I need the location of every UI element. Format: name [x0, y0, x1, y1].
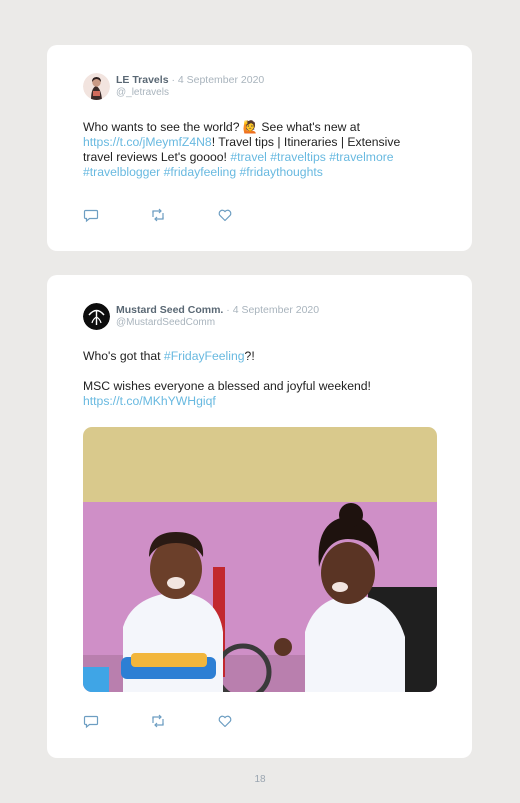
- tweet-text-line: Who wants to see the world? 🙋 See what's…: [83, 120, 443, 135]
- tweet-text-line: [83, 364, 443, 379]
- tweet-text-line: travel reviews Let's goooo! #travel #tra…: [83, 150, 443, 165]
- tweet-text-segment: ?!: [244, 349, 255, 363]
- tweet-text: Who's got that #FridayFeeling?! MSC wish…: [83, 349, 443, 409]
- tweet-text-line: https://t.co/jMeymfZ4N8! Travel tips | I…: [83, 135, 443, 150]
- author-handle[interactable]: @_letravels: [116, 87, 169, 98]
- avatar[interactable]: [83, 73, 110, 100]
- heart-icon[interactable]: [217, 713, 233, 729]
- tweet-text-segment: ! Travel tips | Itineraries | Extensive: [211, 135, 401, 149]
- tweet-text-line: #travelblogger #fridayfeeling #fridaytho…: [83, 165, 443, 180]
- tweet-date[interactable]: · 4 September 2020: [223, 304, 319, 316]
- tweet-date[interactable]: · 4 September 2020: [169, 74, 264, 86]
- tweet-link[interactable]: https://t.co/MKhYWHgiqf: [83, 394, 216, 408]
- tweet-text-segment: Who wants to see the world? 🙋 See what's…: [83, 120, 360, 134]
- author-line: Mustard Seed Comm. · 4 September 2020: [116, 304, 319, 316]
- tweet-text-line: MSC wishes everyone a blessed and joyful…: [83, 379, 443, 394]
- reply-icon[interactable]: [83, 713, 99, 729]
- hashtag-link[interactable]: #FridayFeeling: [164, 349, 245, 363]
- author-handle[interactable]: @MustardSeedComm: [116, 317, 215, 328]
- tweet-card: LE Travels · 4 September 2020 @_letravel…: [47, 45, 472, 251]
- tweet-text-segment: MSC wishes everyone a blessed and joyful…: [83, 379, 371, 393]
- tweet-card: Mustard Seed Comm. · 4 September 2020 @M…: [47, 275, 472, 758]
- hashtag-link[interactable]: #travelblogger #fridayfeeling #fridaytho…: [83, 165, 323, 179]
- heart-icon[interactable]: [217, 207, 233, 223]
- tweet-text: Who wants to see the world? 🙋 See what's…: [83, 120, 443, 180]
- tweet-text-segment: [83, 364, 86, 378]
- author-line: LE Travels · 4 September 2020: [116, 74, 264, 86]
- author-name[interactable]: LE Travels: [116, 74, 169, 86]
- tweet-actions: [83, 207, 243, 223]
- page-number: 18: [254, 774, 266, 785]
- tweet-link[interactable]: https://t.co/jMeymfZ4N8: [83, 135, 212, 149]
- retweet-icon[interactable]: [150, 207, 166, 223]
- tweet-text-line: Who's got that #FridayFeeling?!: [83, 349, 443, 364]
- tweet-text-segment: Who's got that: [83, 349, 164, 363]
- avatar[interactable]: [83, 303, 110, 330]
- tweet-actions: [83, 713, 243, 729]
- hashtag-link[interactable]: #travel #traveltips #travelmore: [230, 150, 393, 164]
- reply-icon[interactable]: [83, 207, 99, 223]
- retweet-icon[interactable]: [150, 713, 166, 729]
- tweet-text-segment: travel reviews Let's goooo!: [83, 150, 231, 164]
- author-name[interactable]: Mustard Seed Comm.: [116, 304, 223, 316]
- tweet-text-line: https://t.co/MKhYWHgiqf: [83, 394, 443, 409]
- tweet-photo[interactable]: [83, 427, 437, 692]
